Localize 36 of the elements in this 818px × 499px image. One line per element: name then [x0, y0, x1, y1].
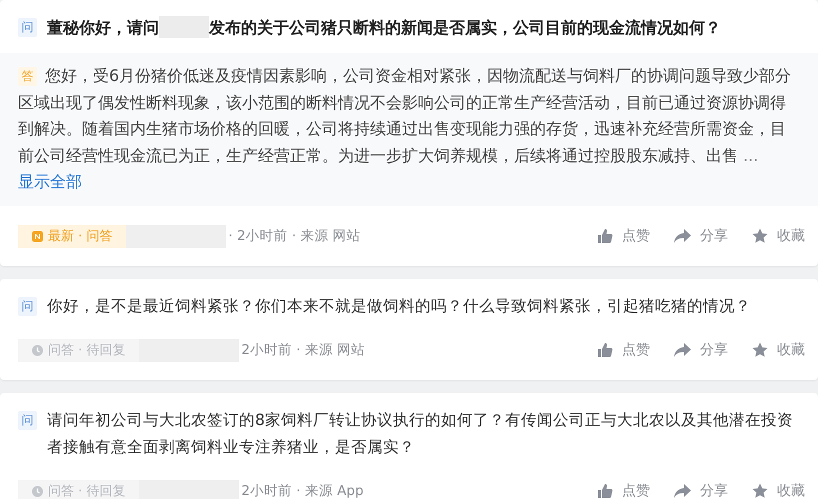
star-icon [752, 483, 768, 499]
favorite-button[interactable]: 收藏 [752, 341, 805, 359]
post-meta: 2小时前 · 来源 App [241, 482, 364, 499]
show-all-link[interactable]: 显示全部 [18, 172, 82, 191]
star-icon [752, 342, 768, 358]
status-tag: 问答 · 待回复 [18, 338, 140, 362]
share-button[interactable]: 分享 [674, 482, 728, 499]
favorite-button[interactable]: 收藏 [752, 482, 805, 499]
like-button[interactable]: 点赞 [597, 227, 650, 245]
question-badge: 问 [18, 18, 37, 37]
clock-icon [32, 486, 43, 496]
like-button[interactable]: 点赞 [597, 341, 650, 359]
question-badge: 问 [18, 296, 37, 316]
clock-icon [32, 344, 43, 356]
status-tag: 最新 · 问答 [18, 224, 126, 248]
share-arrow-icon [674, 484, 691, 498]
thumbs-up-icon [597, 228, 613, 244]
question-text: 董秘你好，请问 发布的关于公司猪只断料的新闻是否属实，公司目前的现金流情况如何？ [47, 15, 721, 40]
like-button[interactable]: 点赞 [597, 482, 650, 499]
news-icon [32, 230, 43, 242]
question-text: 请问年初公司与大北农签订的8家饲料厂转让协议执行的如何了？有传闻公司正与大北农以及其他潜在投资者接触有意全面剥离饲料业专注养猪业，是否属实？ [47, 410, 794, 458]
share-button[interactable]: 分享 [674, 341, 728, 359]
answer-text: 答 您好，受6月份猪价低迷及疫情因素影响，公司资金相对紧张，因物流配送与饲料厂的协调问题导致少部分区域出现了偶发性断料现象，该小范围的断料情况不会影响公司的正常生产经营活动，目前已通过资源协调得到解决。随着国内生猪市场价格的回暖，公司将持续通过出售变现能力强的存货，迅速补充经营所需资金，目前公司经营性现金流已为正，生产经营正常。为进一步扩大饲养规模，后续将通过控股股东减持、出售 ... 显示全部 [0, 53, 818, 206]
question-text: 你好，是不是最近饲料紧张？你们本来不就是做饲料的吗？什么导致饲料紧张，引起猪吃猪的情况？ [47, 296, 751, 316]
star-icon [752, 228, 768, 244]
answer-badge: 答 [18, 67, 37, 86]
question-badge: 问 [18, 410, 37, 430]
thumbs-up-icon [597, 342, 613, 358]
share-arrow-icon [674, 342, 691, 358]
favorite-button[interactable]: 收藏 [752, 227, 805, 245]
post-meta: · 2小时前 · 来源 网站 [228, 227, 361, 245]
status-tag: 问答 · 待回复 [18, 480, 140, 499]
post-meta: 2小时前 · 来源 网站 [241, 341, 366, 359]
share-button[interactable]: 分享 [674, 227, 728, 245]
share-arrow-icon [674, 228, 691, 244]
thumbs-up-icon [597, 483, 613, 499]
